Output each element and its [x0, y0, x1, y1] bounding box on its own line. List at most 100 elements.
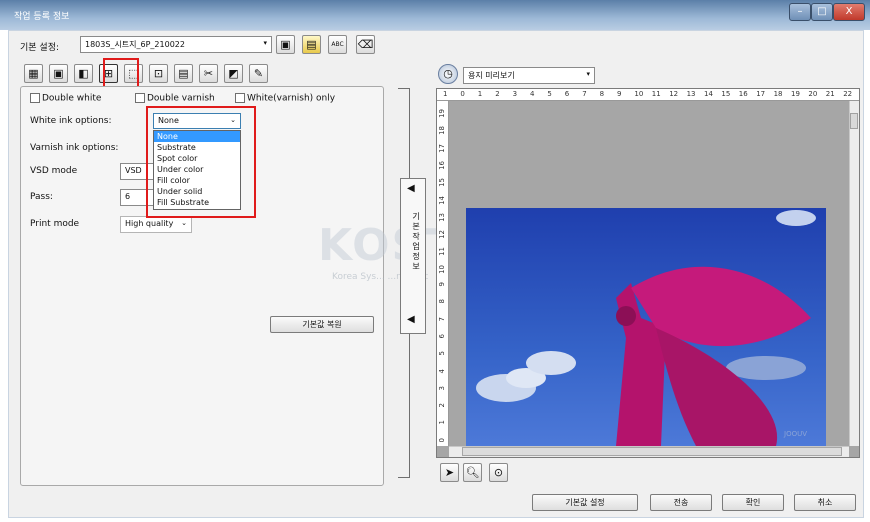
ok-button[interactable]: 확인: [722, 494, 784, 511]
vsd-mode-label: VSD mode: [30, 166, 78, 176]
ruler-tick-label: 14: [704, 90, 713, 98]
tab-ink[interactable]: ◩: [224, 64, 243, 83]
preview-mode-value: 용지 미리보기: [468, 71, 515, 80]
tab-image[interactable]: ▣: [49, 64, 68, 83]
ruler-tick-label: 22: [843, 90, 853, 98]
double-white-label: Double white: [42, 93, 102, 104]
double-varnish-label: Double varnish: [147, 93, 215, 104]
pass-value: 6: [125, 192, 131, 201]
ruler-tick-label: 15: [721, 90, 731, 98]
title-bar: [0, 0, 870, 30]
ruler-tick-label: 10: [634, 90, 644, 98]
ruler-tick-label: 6: [564, 90, 570, 98]
tab-media-icon: ▦: [28, 67, 39, 80]
delete-icon[interactable]: ⌫: [356, 35, 375, 54]
ruler-tick-label: 18: [438, 126, 446, 136]
tab-media[interactable]: ▦: [24, 64, 43, 83]
ruler-tick-label: 17: [756, 90, 766, 98]
ruler-tick-label: 7: [582, 90, 587, 98]
ruler-tick-label: 0: [460, 90, 465, 98]
ruler-tick-label: 3: [512, 90, 518, 98]
ruler-tick-label: 7: [438, 316, 446, 322]
preview-image: JOOUV: [466, 208, 826, 446]
maximize-button[interactable]: □: [811, 3, 833, 21]
cancel-button[interactable]: 취소: [794, 494, 856, 511]
tab-finish-icon: ✎: [253, 67, 264, 80]
tab-position-icon: ⊡: [153, 67, 164, 80]
save-icon[interactable]: ▣: [276, 35, 295, 54]
ruler-tick-label: 4: [530, 90, 535, 98]
ruler-left: 19 18 17 16 15 14 13 12 11 10 9 8 7 6 5 4 3 2 1 0: [437, 101, 449, 446]
preview-photo-graphic: JOOUV: [476, 210, 816, 446]
rename-icon[interactable]: ABC: [328, 35, 347, 54]
zoom-fit-icon[interactable]: ⊙: [489, 463, 508, 482]
vertical-scrollbar[interactable]: [849, 101, 859, 446]
tab-ink-icon: ◩: [228, 67, 239, 80]
chevron-down-icon: ▾: [263, 39, 267, 47]
ruler-tick-label: 16: [438, 160, 446, 170]
set-defaults-button[interactable]: 기본값 설정: [532, 494, 638, 511]
ruler-tick-label: 20: [808, 90, 818, 98]
ruler-tick-label: 11: [438, 247, 446, 257]
tab-color[interactable]: ▤: [174, 64, 193, 83]
ruler-tick-label: 8: [438, 299, 446, 304]
ruler-tick-label: 21: [825, 90, 835, 98]
photo-watermark: JOOUV: [783, 430, 807, 438]
ruler-tick-label: 11: [651, 90, 661, 98]
ruler-top: 1 0 1 2 3 4 5 6 7 8 9 10 11 12 13 14 15 16 17 18 19 20 21 22: [437, 89, 859, 101]
ruler-tick-label: 10: [438, 264, 446, 274]
ruler-tick-label: 8: [599, 90, 605, 98]
print-mode-select[interactable]: High quality ⌄: [120, 216, 192, 233]
ruler-tick-label: 18: [773, 90, 783, 98]
checkbox-box[interactable]: [235, 93, 245, 103]
vertical-scroll-thumb[interactable]: [850, 113, 858, 129]
preset-value: 1803S_시트지_6P_210022: [85, 40, 185, 49]
clock-icon[interactable]: ◷: [438, 64, 458, 84]
ruler-tick-label: 12: [669, 90, 679, 98]
save-as-icon[interactable]: ▤: [302, 35, 321, 54]
pointer-icon[interactable]: ➤: [440, 463, 459, 482]
ruler-tick-label: 19: [438, 109, 446, 118]
close-button[interactable]: X: [833, 3, 865, 21]
pass-label: Pass:: [30, 192, 53, 202]
ruler-tick-label: 13: [438, 212, 446, 222]
checkbox-box[interactable]: [135, 93, 145, 103]
ruler-tick-label: 5: [438, 351, 446, 356]
ruler-tick-label: 0: [438, 437, 446, 443]
horizontal-scroll-thumb[interactable]: [462, 447, 842, 456]
ruler-tick-label: 5: [547, 90, 552, 98]
collapse-arrow-icon: ◀: [407, 183, 415, 194]
send-button[interactable]: 전송: [650, 494, 712, 511]
tab-finish[interactable]: ✎: [249, 64, 268, 83]
checkbox-box[interactable]: [30, 93, 40, 103]
reset-defaults-button[interactable]: 기본값 복원: [270, 316, 374, 333]
preset-select[interactable]: 1803S_시트지_6P_210022 ▾: [80, 36, 272, 53]
varnish-ink-label: Varnish ink options:: [30, 143, 119, 153]
preview-mode-select[interactable]: 용지 미리보기 ▾: [463, 67, 595, 84]
tab-position[interactable]: ⊡: [149, 64, 168, 83]
ruler-tick-label: 9: [617, 90, 622, 98]
preset-label: 기본 설정:: [20, 43, 60, 53]
chevron-down-icon: ▾: [586, 70, 590, 78]
dropdown-highlight: [146, 106, 256, 218]
ruler-tick-label: 3: [438, 385, 446, 391]
tab-strip: ▦ ▣ ◧ ⊞ ⬚ ⊡ ▤ ✂ ◩ ✎: [24, 64, 268, 83]
white-varnish-only-checkbox[interactable]: White(varnish) only: [235, 93, 335, 104]
minimize-button[interactable]: –: [789, 3, 811, 21]
collapse-label: 기본 작업 정보: [412, 212, 420, 271]
zoom-icon[interactable]: 🔍︎: [463, 463, 482, 482]
tab-layout-icon: ◧: [78, 67, 89, 80]
ruler-tick-label: 2: [438, 403, 446, 408]
white-varnish-only-label: White(varnish) only: [247, 93, 336, 104]
print-mode-label: Print mode: [30, 219, 80, 229]
white-ink-label: White ink options:: [30, 116, 112, 126]
vsd-mode-value: VSD: [125, 166, 142, 175]
ruler-tick-label: 4: [438, 368, 446, 373]
double-white-checkbox[interactable]: Double white: [30, 93, 101, 104]
double-varnish-checkbox[interactable]: Double varnish: [135, 93, 215, 104]
print-mode-value: High quality: [125, 219, 174, 228]
tab-cut[interactable]: ✂: [199, 64, 218, 83]
tab-layout[interactable]: ◧: [74, 64, 93, 83]
ruler-tick-label: 6: [438, 333, 446, 339]
tab-cut-icon: ✂: [203, 67, 214, 80]
